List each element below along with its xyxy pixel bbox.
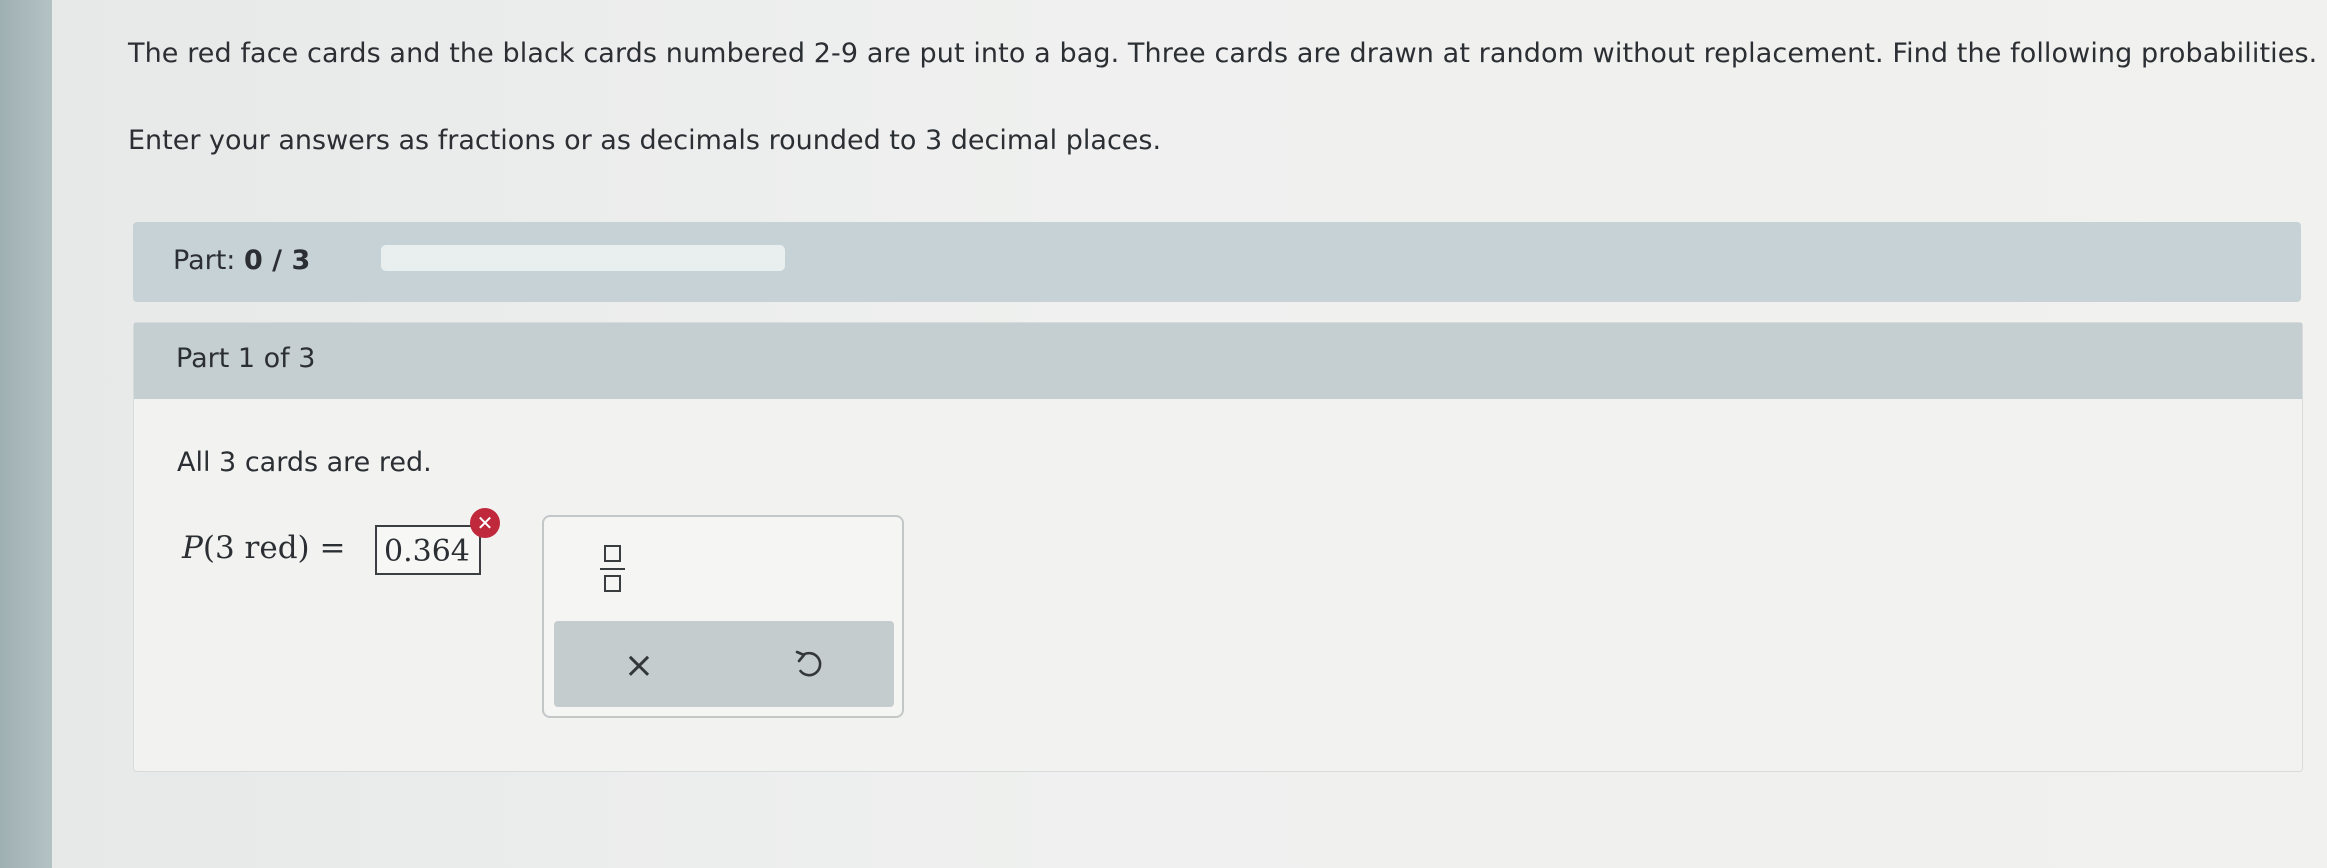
close-icon: × <box>623 645 655 686</box>
part-card: Part 1 of 3 All 3 cards are red. P(3 red… <box>133 322 2303 772</box>
math-expression: P(3 red) = <box>182 530 345 566</box>
part-progress-label: Part: 0 / 3 <box>173 244 310 278</box>
clear-button[interactable]: × <box>614 641 664 691</box>
part-progress-bar: Part: 0 / 3 <box>133 222 2301 302</box>
math-equals: = <box>319 530 346 566</box>
tool-actions-bar: × <box>554 621 894 707</box>
problem-statement: The red face cards and the black cards n… <box>128 38 2318 69</box>
fraction-template-button[interactable] <box>594 541 634 601</box>
undo-icon <box>795 650 822 677</box>
math-argument: (3 red) <box>202 530 310 566</box>
part-header-label: Part 1 of 3 <box>176 343 316 374</box>
fraction-denominator-box <box>604 575 621 592</box>
math-tool-palette: × <box>542 515 904 718</box>
math-p: P <box>182 530 203 566</box>
answer-input[interactable]: 0.364 <box>375 525 481 575</box>
undo-button[interactable] <box>784 639 834 689</box>
part-progress-value: 0 / 3 <box>244 245 311 276</box>
answer-instructions: Enter your answers as fractions or as de… <box>128 125 1162 156</box>
question-text: All 3 cards are red. <box>177 447 432 478</box>
fraction-line <box>600 568 625 570</box>
progress-track <box>381 245 785 271</box>
part-progress-prefix: Part: <box>173 245 236 276</box>
fraction-numerator-box <box>604 545 621 562</box>
part-header[interactable]: Part 1 of 3 <box>134 323 2302 399</box>
error-x-icon: ✕ <box>470 508 500 538</box>
page-left-edge <box>0 0 52 868</box>
